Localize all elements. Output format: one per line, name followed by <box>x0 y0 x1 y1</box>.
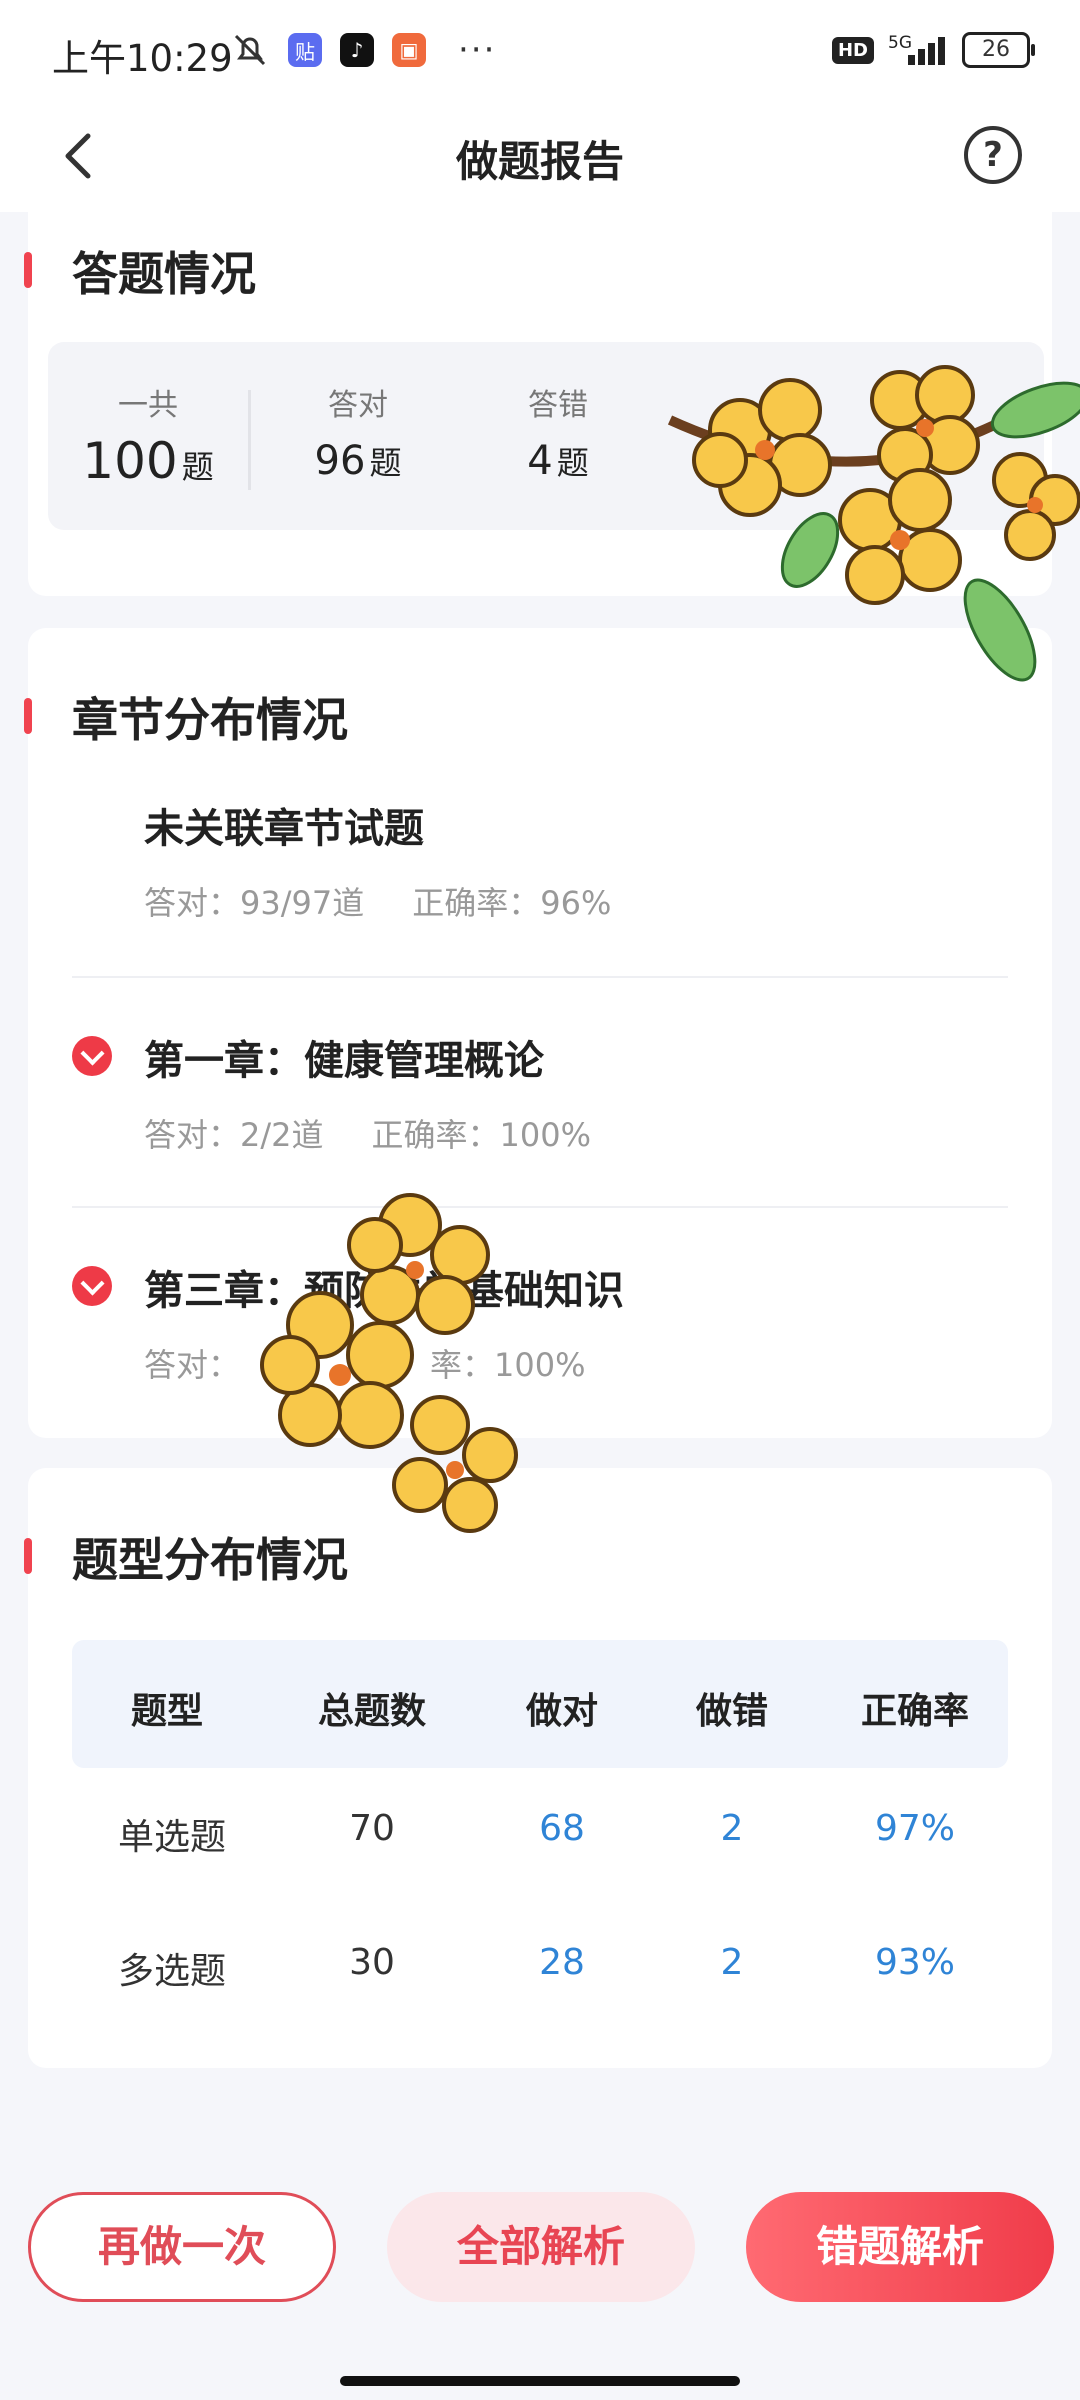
nav-bar: 做题报告 ? <box>0 100 1080 212</box>
status-notification-icons: 贴 ♪ ▣ ··· <box>230 30 496 70</box>
battery-icon: 26 <box>962 32 1035 68</box>
chapter-name: 第一章：健康管理概论 <box>144 1038 544 1084</box>
expand-chevron-icon[interactable] <box>72 1036 112 1076</box>
table-row: 多选题 30 28 2 93% <box>72 1942 1008 2002</box>
table-cell: 70 <box>349 1808 395 1849</box>
table-cell: 28 <box>539 1942 585 1983</box>
shop-app-icon: ▣ <box>392 33 426 67</box>
section-accent <box>24 1538 32 1574</box>
chapter-name: 未关联章节试题 <box>144 806 424 852</box>
stat-correct-value: 96 题 <box>314 438 402 484</box>
type-card: 题型分布情况 题型 总题数 做对 做错 正确率 单选题 70 68 2 97% … <box>24 1468 1052 2068</box>
table-row: 单选题 70 68 2 97% <box>72 1808 1008 1868</box>
table-header-cell: 总题数 <box>317 1691 426 1732</box>
chapter-item[interactable]: 未关联章节试题 答对：93/97道 正确率：96% <box>28 796 1052 936</box>
table-cell: 单选题 <box>117 1817 226 1858</box>
status-system-icons: HD 5G 26 <box>831 32 1035 68</box>
stat-correct: 答对 96 题 <box>258 342 458 530</box>
table-header-cell: 正确率 <box>860 1691 969 1732</box>
stat-correct-label: 答对 <box>328 388 388 423</box>
stat-wrong-value: 4题 <box>527 438 589 484</box>
stat-divider <box>248 390 251 490</box>
flower-cluster-decoration <box>260 1193 518 1533</box>
table-cell: 多选题 <box>117 1951 226 1992</box>
stat-total: 一共 100 题 <box>48 342 248 530</box>
stat-total-value: 100 题 <box>82 432 214 490</box>
hd-icon: HD <box>831 36 874 64</box>
tiktok-icon: ♪ <box>340 33 374 67</box>
help-icon[interactable]: ? <box>964 126 1022 184</box>
section-accent <box>24 698 32 734</box>
view-all-analysis-button[interactable]: 全部解析 <box>387 2192 695 2302</box>
chapter-stats: 答对：93/97道 正确率：96% <box>144 884 612 922</box>
page-title: 做题报告 <box>455 137 624 186</box>
signal-icon: 5G <box>888 33 948 67</box>
table-cell: 2 <box>720 1942 744 1983</box>
expand-chevron-icon[interactable] <box>72 1266 112 1306</box>
table-header: 题型 总题数 做对 做错 正确率 <box>72 1640 1008 1768</box>
silent-bell-icon <box>234 34 266 66</box>
divider <box>72 976 1008 978</box>
stat-total-label: 一共 <box>118 388 178 423</box>
table-header-cell: 题型 <box>130 1691 203 1732</box>
wrong-analysis-button[interactable]: 错题解析 <box>746 2192 1054 2302</box>
section-accent <box>24 252 32 288</box>
app-notice-icon: 贴 <box>288 33 322 67</box>
chapter-item[interactable]: 第一章：健康管理概论 答对：2/2道 正确率：100% <box>28 1028 1052 1168</box>
chapter-stats: 答对：2/2道 正确率：100% <box>144 1116 592 1154</box>
home-indicator[interactable] <box>340 2376 740 2386</box>
table-cell: 93% <box>874 1942 955 1983</box>
more-notifications-icon: ··· <box>458 30 497 70</box>
status-time: 上午10:29 <box>52 37 233 80</box>
table-header-cell: 做对 <box>525 1691 598 1732</box>
flower-branch-decoration <box>667 365 1080 682</box>
table-cell: 68 <box>539 1808 585 1849</box>
table-cell: 2 <box>720 1808 744 1849</box>
stat-wrong: 答错 4题 <box>458 342 658 530</box>
chapter-section-title: 章节分布情况 <box>72 693 348 747</box>
table-cell: 30 <box>349 1942 395 1983</box>
stat-wrong-label: 答错 <box>528 388 588 423</box>
redo-button[interactable]: 再做一次 <box>28 2192 336 2302</box>
table-header-cell: 做错 <box>695 1691 768 1732</box>
table-cell: 97% <box>874 1808 955 1849</box>
status-bar: 上午10:29 贴 ♪ ▣ ··· HD 5G 26 <box>0 0 1080 100</box>
summary-title: 答题情况 <box>72 247 256 301</box>
